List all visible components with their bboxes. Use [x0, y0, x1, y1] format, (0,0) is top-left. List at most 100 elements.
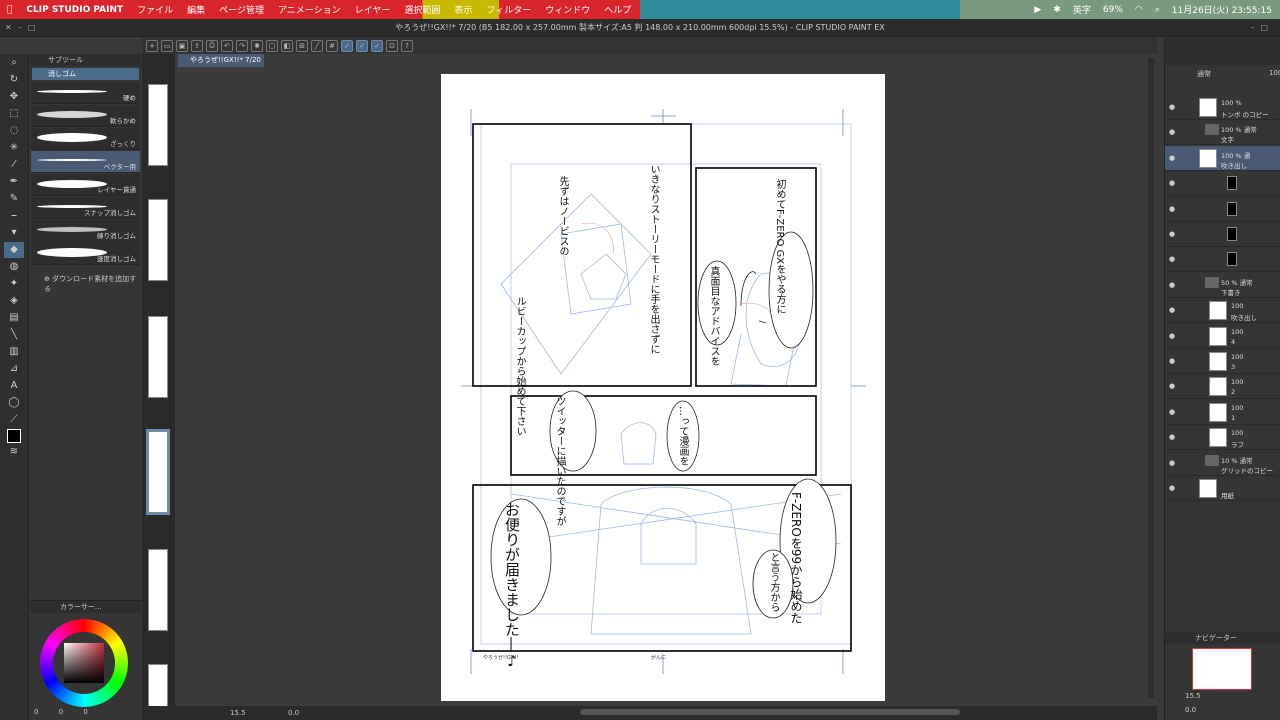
- object-tool-icon[interactable]: ⬚: [4, 106, 24, 122]
- play-icon[interactable]: ▶: [1034, 5, 1041, 15]
- window-controls[interactable]: ✕–□: [5, 19, 41, 37]
- navigator-rotation[interactable]: 0.0: [1185, 706, 1196, 714]
- menu-help[interactable]: ヘルプ: [597, 3, 638, 16]
- grid-icon[interactable]: #: [326, 39, 338, 52]
- navigator-zoom[interactable]: 15.5: [1185, 692, 1201, 700]
- transform-icon[interactable]: ⊞: [296, 39, 308, 52]
- visibility-eye-icon[interactable]: ●: [1169, 357, 1175, 365]
- snap-grid-icon[interactable]: ✓: [371, 39, 383, 52]
- brush-soft[interactable]: 軟らかめ: [31, 105, 140, 127]
- layer-row[interactable]: ● 100 4: [1165, 324, 1280, 349]
- transparent-color-icon[interactable]: ≋: [4, 444, 24, 460]
- subtool-group-eraser[interactable]: 消しゴム: [32, 68, 139, 80]
- layer-row[interactable]: ● 100 % 通常 文字: [1165, 120, 1280, 146]
- page-thumb[interactable]: [148, 199, 168, 281]
- pencil-tool-icon[interactable]: ✎: [4, 191, 24, 207]
- gradient-tool-icon[interactable]: ▤: [4, 310, 24, 326]
- layer-row[interactable]: ● 100 2: [1165, 374, 1280, 400]
- page-thumb-selected[interactable]: [146, 429, 170, 515]
- layer-row[interactable]: ●: [1165, 222, 1280, 247]
- wifi-icon[interactable]: ◠: [1135, 5, 1143, 15]
- brush-tool-icon[interactable]: ⎯: [4, 208, 24, 224]
- undo-icon[interactable]: ↶: [221, 39, 233, 52]
- open-icon[interactable]: ▭: [161, 39, 173, 52]
- lasso-tool-icon[interactable]: ◌: [4, 123, 24, 139]
- visibility-eye-icon[interactable]: ●: [1169, 408, 1175, 416]
- layer-row[interactable]: ● 100 1: [1165, 400, 1280, 425]
- menu-file[interactable]: ファイル: [130, 3, 180, 16]
- visibility-eye-icon[interactable]: ●: [1169, 459, 1175, 467]
- layer-row[interactable]: ● 50 % 通常 下書き: [1165, 273, 1280, 298]
- visibility-eye-icon[interactable]: ●: [1169, 382, 1175, 390]
- ruler-tool-icon[interactable]: ⊿: [4, 361, 24, 377]
- correct-line-icon[interactable]: ⟋: [4, 412, 24, 428]
- print-icon[interactable]: ⎙: [206, 39, 218, 52]
- loading-icon[interactable]: ✺: [251, 39, 263, 52]
- visibility-eye-icon[interactable]: ●: [1169, 332, 1175, 340]
- fill-tool-icon[interactable]: ◈: [4, 293, 24, 309]
- manga-page[interactable]: いきなりストーリーモードに手を出さずに 先ずはノービスの ルビーカップから始めて…: [441, 74, 885, 701]
- brush-hard[interactable]: 硬め: [31, 82, 140, 104]
- navigator-preview[interactable]: [1192, 648, 1252, 690]
- blend-mode-select[interactable]: 通常: [1197, 69, 1211, 79]
- menu-layer[interactable]: レイヤー: [348, 3, 398, 16]
- redo-icon[interactable]: ↷: [236, 39, 248, 52]
- zoom-value[interactable]: 15.5: [230, 706, 246, 720]
- snap-point-icon[interactable]: ⊡: [386, 39, 398, 52]
- panel-controls[interactable]: –□: [1250, 19, 1274, 37]
- menu-animation[interactable]: アニメーション: [271, 3, 348, 16]
- brush-speed-eraser[interactable]: 速度消しゴム: [31, 243, 140, 265]
- text-tool-icon[interactable]: A: [4, 378, 24, 394]
- visibility-eye-icon[interactable]: ●: [1169, 281, 1175, 289]
- layer-row[interactable]: ●: [1165, 171, 1280, 197]
- visibility-eye-icon[interactable]: ●: [1169, 128, 1175, 136]
- menu-filter[interactable]: フィルター: [479, 3, 538, 16]
- eyedropper-icon[interactable]: ⁄: [4, 157, 24, 173]
- clock[interactable]: 11月26日(火) 23:55:15: [1172, 3, 1272, 16]
- decoration-tool-icon[interactable]: ✦: [4, 276, 24, 292]
- save-icon[interactable]: ▣: [176, 39, 188, 52]
- horizontal-scrollbar[interactable]: [580, 709, 960, 715]
- menu-page[interactable]: ページ管理: [212, 3, 271, 16]
- help-icon[interactable]: ?: [401, 39, 413, 52]
- bluetooth-icon[interactable]: ✱: [1053, 5, 1061, 15]
- magic-wand-icon[interactable]: ✳: [4, 140, 24, 156]
- menu-window[interactable]: ウィンドウ: [538, 3, 597, 16]
- visibility-eye-icon[interactable]: ●: [1169, 306, 1175, 314]
- page-thumb[interactable]: [148, 549, 168, 631]
- eraser-tool-icon[interactable]: ◆: [4, 242, 24, 258]
- zoom-tool-icon[interactable]: ⌕: [4, 55, 24, 71]
- brush-rough[interactable]: ざっくり: [31, 128, 140, 150]
- visibility-eye-icon[interactable]: ●: [1169, 205, 1175, 213]
- search-icon[interactable]: ⌕: [1155, 5, 1160, 15]
- menu-selection[interactable]: 選択範囲: [397, 3, 447, 16]
- apple-icon[interactable]: : [0, 5, 19, 15]
- page-thumb[interactable]: [148, 84, 168, 166]
- document-tab[interactable]: やろうぜ!!GX!!* 7/20: [178, 54, 264, 67]
- visibility-eye-icon[interactable]: ●: [1169, 179, 1175, 187]
- layer-row[interactable]: ● 100 ラフ: [1165, 425, 1280, 451]
- brush-through-layer[interactable]: レイヤー貫通: [31, 174, 140, 196]
- ruler-icon[interactable]: ╱: [311, 39, 323, 52]
- new-icon[interactable]: +: [146, 39, 158, 52]
- brush-kneaded-eraser[interactable]: 練り消しゴム: [31, 220, 140, 242]
- add-material-link[interactable]: ⊕ ダウンロード素材を追加する: [30, 266, 141, 294]
- blend-tool-icon[interactable]: ◍: [4, 259, 24, 275]
- layer-row[interactable]: ● 10 % 通常 グリッドのコピー: [1165, 451, 1280, 476]
- snap-icon[interactable]: ✓: [341, 39, 353, 52]
- balloon-tool-icon[interactable]: ◯: [4, 395, 24, 411]
- visibility-eye-icon[interactable]: ●: [1169, 433, 1175, 441]
- layer-row[interactable]: ● 100 3: [1165, 349, 1280, 374]
- vertical-scrollbar[interactable]: [1148, 58, 1154, 698]
- move-tool-icon[interactable]: ✥: [4, 89, 24, 105]
- visibility-eye-icon[interactable]: ●: [1169, 255, 1175, 263]
- snap-ruler-icon[interactable]: ✓: [356, 39, 368, 52]
- layer-row[interactable]: ● 100 % 通吹き出し: [1165, 145, 1280, 171]
- layer-row[interactable]: ● 100 % トンボ のコピー: [1165, 95, 1280, 120]
- brush-snap-eraser[interactable]: スナップ消しゴム: [31, 197, 140, 219]
- menu-edit[interactable]: 編集: [180, 3, 212, 16]
- saturation-square[interactable]: [64, 643, 104, 683]
- pen-tool-icon[interactable]: ✒: [4, 174, 24, 190]
- clear-icon[interactable]: ▢: [266, 39, 278, 52]
- page-thumb[interactable]: [148, 316, 168, 398]
